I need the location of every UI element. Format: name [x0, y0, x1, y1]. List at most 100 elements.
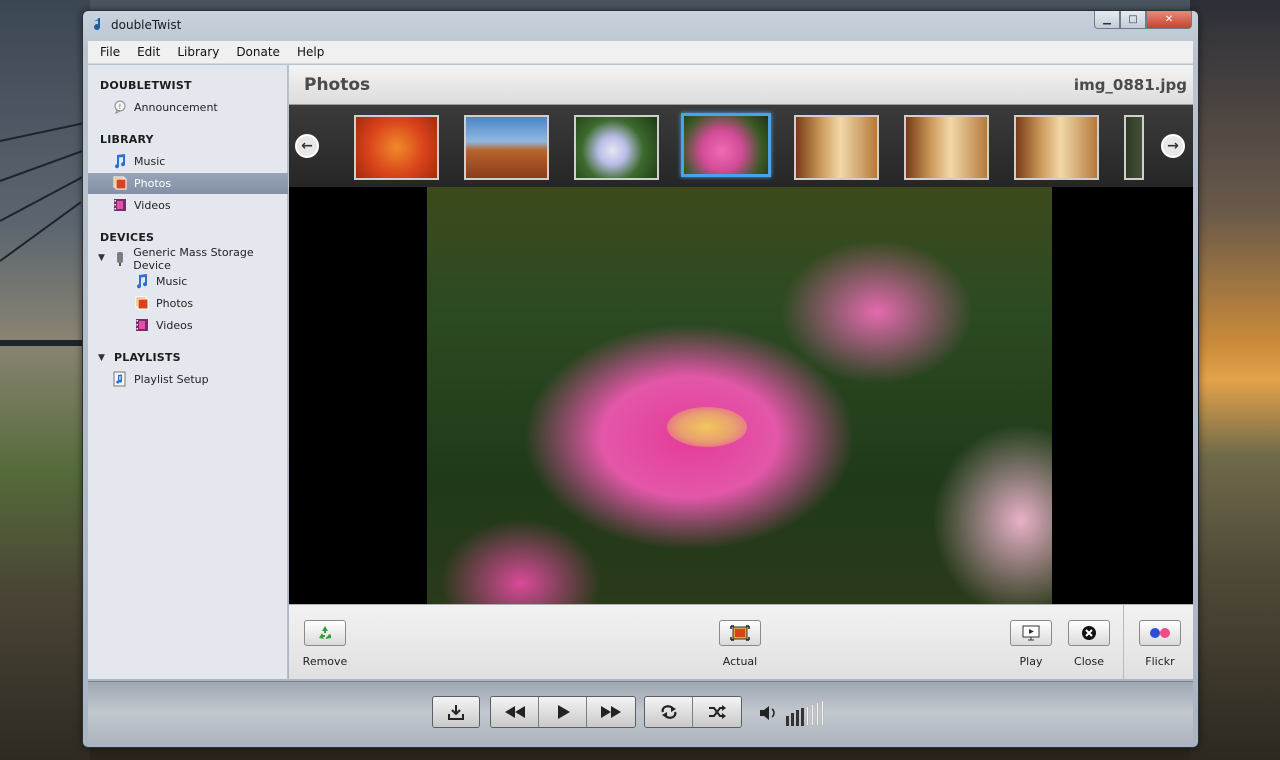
expand-triangle-icon[interactable]: ▼: [98, 253, 105, 263]
repeat-icon: [661, 705, 676, 719]
flickr-icon: [1150, 628, 1170, 638]
sidebar-item-label: Generic Mass Storage Device: [133, 246, 254, 272]
sidebar-item-music[interactable]: Music: [112, 150, 165, 172]
download-tray-icon: [448, 705, 464, 720]
app-window: doubleTwist ▁ □ ✕ File Edit Library Dona…: [82, 10, 1199, 748]
desktop-wallpaper-left: [0, 0, 100, 760]
volume-bar: [801, 708, 804, 726]
next-arrow-icon[interactable]: →: [1161, 134, 1185, 158]
play-label: Play: [1019, 655, 1043, 668]
thumbnail-partial[interactable]: [1124, 115, 1144, 180]
sidebar-header-doubletwist: DOUBLETWIST: [100, 79, 192, 92]
play-slideshow-button[interactable]: [1010, 620, 1052, 646]
toolbar-divider: [1123, 605, 1124, 680]
close-photo-button[interactable]: [1068, 620, 1110, 646]
repeat-button[interactable]: [645, 697, 693, 727]
volume-bar: [796, 710, 799, 726]
actual-size-icon: [730, 625, 750, 641]
volume-bar: [791, 713, 794, 726]
thumbnail-kitchen-1[interactable]: [794, 115, 879, 180]
sidebar-item-videos[interactable]: Videos: [112, 194, 171, 216]
import-button[interactable]: [432, 696, 480, 728]
playback-bar: [88, 681, 1193, 743]
announcement-icon: !: [112, 99, 128, 115]
sidebar-item-playlist-setup[interactable]: Playlist Setup: [112, 368, 209, 390]
menu-bar: File Edit Library Donate Help: [88, 41, 1193, 64]
volume-bar: [811, 704, 814, 726]
play-icon: [557, 705, 570, 719]
speaker-icon[interactable]: [758, 704, 780, 725]
sidebar-item-device[interactable]: Generic Mass Storage Device: [112, 246, 287, 272]
thumbnail-kitchen-2[interactable]: [904, 115, 989, 180]
sidebar-item-device-videos[interactable]: Videos: [134, 314, 193, 336]
rewind-button[interactable]: [491, 697, 539, 727]
photo-toolbar: Remove Actual Play Close Flickr: [289, 604, 1193, 680]
close-label: Close: [1074, 655, 1104, 668]
sidebar-item-announcement[interactable]: ! Announcement: [112, 96, 218, 118]
usb-device-icon: [112, 251, 127, 267]
sidebar-item-label: Music: [156, 274, 188, 288]
menu-edit[interactable]: Edit: [137, 45, 160, 59]
photos-icon: [112, 175, 128, 191]
sidebar-item-photos[interactable]: Photos: [112, 172, 171, 194]
remove-label: Remove: [302, 655, 348, 668]
volume-bar: [806, 706, 809, 726]
mode-controls: [644, 696, 742, 728]
shuffle-icon: [709, 705, 726, 719]
play-button[interactable]: [539, 697, 587, 727]
sidebar-item-label: Music: [134, 154, 166, 168]
fast-forward-button[interactable]: [587, 697, 635, 727]
slideshow-icon: [1022, 625, 1040, 641]
minimize-button[interactable]: ▁: [1094, 11, 1120, 29]
actual-size-button[interactable]: [719, 620, 761, 646]
remove-button[interactable]: [304, 620, 346, 646]
sidebar-item-label: Videos: [134, 198, 171, 212]
sidebar-item-device-photos[interactable]: Photos: [134, 292, 193, 314]
sidebar: DOUBLETWIST ! Announcement LIBRARY Music…: [88, 65, 288, 679]
thumbnail-desert-butte[interactable]: [464, 115, 549, 180]
thumbnail-red-chrysanthemum[interactable]: [354, 115, 439, 180]
music-note-icon: [134, 273, 150, 289]
flower-center: [667, 407, 747, 447]
thumbnail-pink-dahlia[interactable]: [681, 113, 771, 177]
desktop-wallpaper-right: [1190, 0, 1280, 760]
expand-triangle-icon[interactable]: ▼: [98, 353, 105, 363]
page-title: Photos: [304, 75, 371, 95]
sidebar-header-playlists: PLAYLISTS: [114, 351, 181, 364]
volume-slider[interactable]: [786, 700, 826, 726]
menu-help[interactable]: Help: [297, 45, 324, 59]
menu-library[interactable]: Library: [177, 45, 219, 59]
menu-donate[interactable]: Donate: [236, 45, 280, 59]
film-icon: [112, 197, 128, 213]
sidebar-header-library: LIBRARY: [100, 133, 154, 146]
shuffle-button[interactable]: [693, 697, 741, 727]
sidebar-item-label: Announcement: [134, 100, 218, 114]
flickr-label: Flickr: [1145, 655, 1175, 668]
volume-bar: [821, 700, 824, 726]
close-window-button[interactable]: ✕: [1146, 11, 1192, 29]
window-controls: ▁ □ ✕: [1094, 11, 1192, 29]
sidebar-item-label: Photos: [134, 176, 172, 190]
recycle-icon: [319, 626, 331, 639]
rewind-icon: [504, 706, 525, 718]
flickr-button[interactable]: [1139, 620, 1181, 646]
photo-viewer: [289, 187, 1193, 604]
transport-controls: [490, 696, 636, 728]
main-photo-pink-dahlia: [427, 187, 1052, 604]
sidebar-item-label: Videos: [156, 318, 193, 332]
current-file-name: img_0881.jpg: [1073, 76, 1187, 94]
previous-arrow-icon[interactable]: ←: [295, 134, 319, 158]
menu-file[interactable]: File: [100, 45, 120, 59]
playlist-icon: [112, 371, 128, 387]
thumbnail-strip: ← →: [289, 105, 1193, 187]
doubletwist-logo-icon: [94, 18, 101, 31]
close-circle-icon: [1082, 626, 1096, 640]
svg-text:!: !: [119, 103, 122, 111]
photos-icon: [134, 295, 150, 311]
thumbnail-white-hydrangea[interactable]: [574, 115, 659, 180]
sidebar-item-device-music[interactable]: Music: [134, 270, 187, 292]
thumbnail-kitchen-3[interactable]: [1014, 115, 1099, 180]
volume-bar: [786, 716, 789, 726]
maximize-button[interactable]: □: [1120, 11, 1146, 29]
window-title: doubleTwist: [111, 18, 182, 32]
